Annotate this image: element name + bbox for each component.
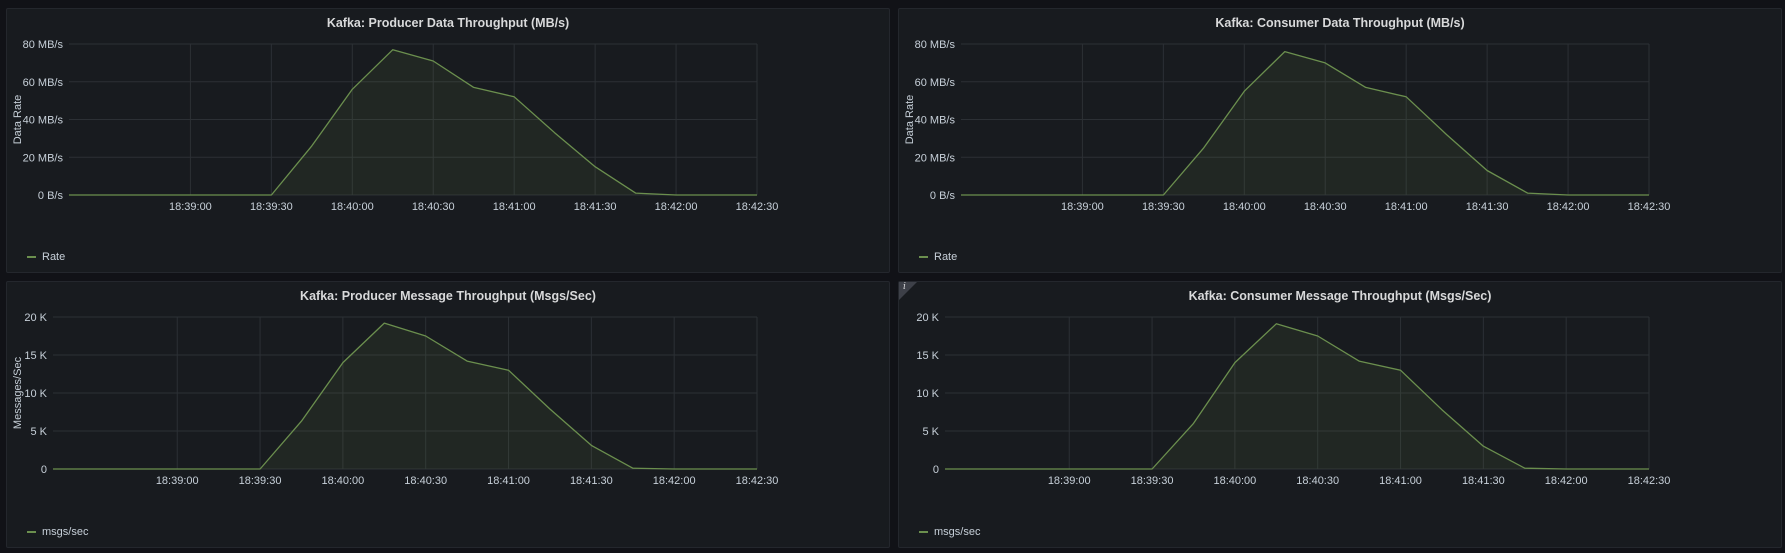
y-tick-label: 0 (41, 464, 47, 476)
panel-consumer-message-throughput[interactable]: i Kafka: Consumer Message Throughput (Ms… (898, 281, 1782, 548)
series-area (53, 323, 757, 469)
x-tick-label: 18:39:00 (169, 201, 212, 213)
y-tick-label: 60 MB/s (23, 77, 64, 89)
x-tick-label: 18:41:00 (487, 475, 530, 487)
y-tick-label: 80 MB/s (915, 39, 956, 51)
legend-label-msgs[interactable]: msgs/sec (934, 526, 980, 538)
x-tick-label: 18:40:30 (1304, 201, 1347, 213)
x-tick-label: 18:42:00 (653, 475, 696, 487)
legend-swatch (27, 531, 36, 533)
x-tick-label: 18:41:00 (1379, 475, 1422, 487)
x-tick-label: 18:39:30 (1142, 201, 1185, 213)
panel-producer-data-throughput[interactable]: Kafka: Producer Data Throughput (MB/s) 0… (6, 8, 890, 273)
legend: Rate (27, 251, 65, 263)
x-tick-label: 18:40:30 (1296, 475, 1339, 487)
x-tick-label: 18:42:00 (1547, 201, 1590, 213)
x-tick-label: 18:40:00 (321, 475, 364, 487)
y-axis-label: Data Rate (12, 95, 24, 145)
x-tick-label: 18:41:30 (574, 201, 617, 213)
legend: msgs/sec (27, 526, 88, 538)
y-tick-label: 15 K (916, 350, 939, 362)
x-tick-label: 18:39:00 (156, 475, 199, 487)
x-tick-label: 18:41:00 (1385, 201, 1428, 213)
y-tick-label: 5 K (922, 426, 939, 438)
legend-swatch (919, 256, 928, 258)
y-axis-label: Messages/Sec (12, 356, 24, 429)
y-tick-label: 60 MB/s (915, 77, 956, 89)
series-area (945, 323, 1649, 469)
x-tick-label: 18:42:00 (1545, 475, 1588, 487)
y-tick-label: 20 MB/s (23, 152, 64, 164)
x-tick-label: 18:41:30 (570, 475, 613, 487)
y-tick-label: 0 (933, 464, 939, 476)
legend-label-msgs[interactable]: msgs/sec (42, 526, 88, 538)
series-area (961, 51, 1649, 195)
x-tick-label: 18:39:30 (1131, 475, 1174, 487)
x-tick-label: 18:40:00 (1213, 475, 1256, 487)
x-tick-label: 18:42:30 (736, 201, 779, 213)
y-tick-label: 80 MB/s (23, 39, 64, 51)
legend: Rate (919, 251, 957, 263)
y-tick-label: 0 B/s (38, 190, 64, 202)
series-area (69, 49, 757, 196)
y-tick-label: 20 K (24, 312, 47, 324)
y-tick-label: 0 B/s (930, 190, 956, 202)
y-tick-label: 40 MB/s (23, 115, 64, 127)
panel-producer-message-throughput[interactable]: Kafka: Producer Message Throughput (Msgs… (6, 281, 890, 548)
legend-swatch (27, 256, 36, 258)
legend-label-rate[interactable]: Rate (42, 251, 65, 263)
x-tick-label: 18:42:30 (1628, 201, 1671, 213)
chart-consumer-data-throughput[interactable]: 0 B/s 20 MB/s 40 MB/s 60 MB/s 80 MB/s 18:39:0… (899, 9, 1783, 274)
x-tick-label: 18:42:00 (655, 201, 698, 213)
y-tick-label: 40 MB/s (915, 115, 956, 127)
chart-producer-message-throughput[interactable]: 0 5 K 10 K 15 K 20 K 18:39:00 18:39:30 18:40:00… (7, 282, 891, 549)
x-tick-label: 18:41:30 (1462, 475, 1505, 487)
x-tick-label: 18:40:30 (404, 475, 447, 487)
x-tick-label: 18:39:30 (239, 475, 282, 487)
x-tick-label: 18:40:00 (1223, 201, 1266, 213)
x-tick-label: 18:39:30 (250, 201, 293, 213)
x-tick-label: 18:40:30 (412, 201, 455, 213)
y-tick-label: 5 K (30, 426, 47, 438)
x-tick-label: 18:41:00 (493, 201, 536, 213)
x-tick-label: 18:42:30 (736, 475, 779, 487)
x-tick-label: 18:39:00 (1048, 475, 1091, 487)
legend-label-rate[interactable]: Rate (934, 251, 957, 263)
x-tick-label: 18:42:30 (1628, 475, 1671, 487)
x-tick-label: 18:40:00 (331, 201, 374, 213)
legend-swatch (919, 531, 928, 533)
y-axis-label: Data Rate (904, 95, 916, 145)
y-tick-label: 15 K (24, 350, 47, 362)
y-tick-label: 10 K (916, 388, 939, 400)
y-tick-label: 10 K (24, 388, 47, 400)
y-tick-label: 20 MB/s (915, 152, 956, 164)
x-tick-label: 18:41:30 (1466, 201, 1509, 213)
chart-producer-data-throughput[interactable]: 0 B/s 20 MB/s 40 MB/s 60 MB/s 80 MB/s 18:39:0… (7, 9, 891, 274)
y-tick-label: 20 K (916, 312, 939, 324)
chart-consumer-message-throughput[interactable]: 0 5 K 10 K 15 K 20 K 18:39:00 18:39:30 18:40:00… (899, 282, 1783, 549)
x-tick-label: 18:39:00 (1061, 201, 1104, 213)
legend: msgs/sec (919, 526, 980, 538)
panel-consumer-data-throughput[interactable]: Kafka: Consumer Data Throughput (MB/s) 0… (898, 8, 1782, 273)
